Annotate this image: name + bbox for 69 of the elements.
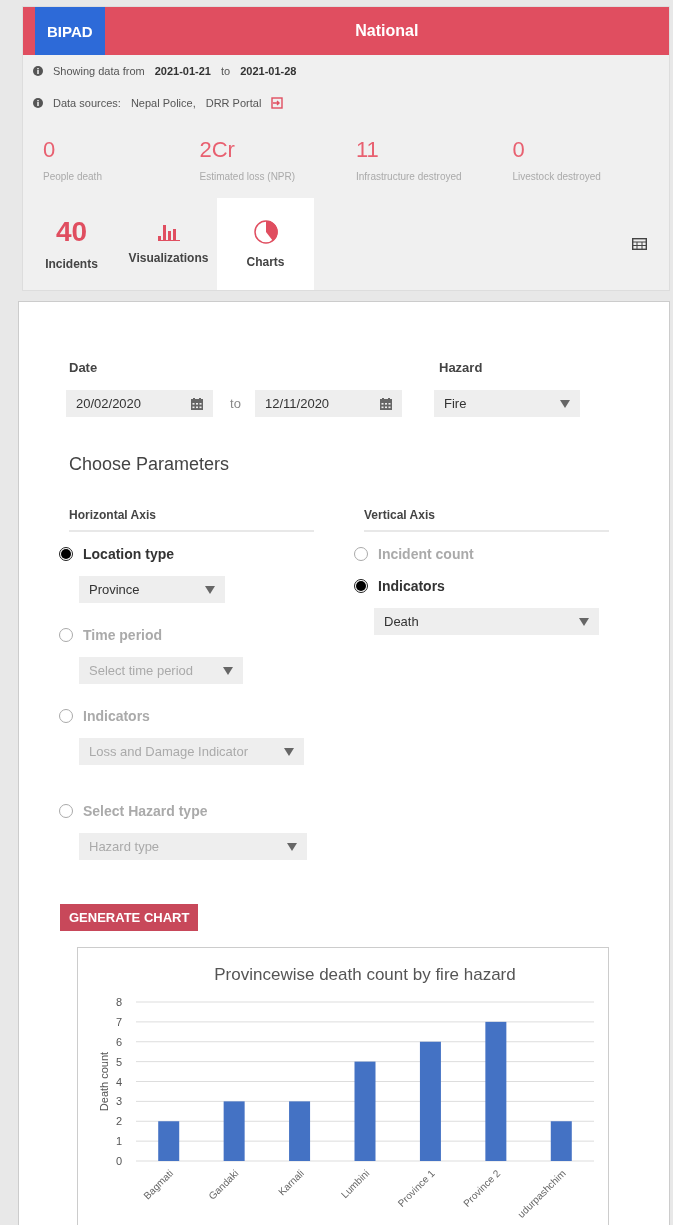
hazard-dropdown[interactable]: Fire xyxy=(434,390,580,417)
stat-value: 2Cr xyxy=(199,137,236,163)
y-tick-label: 1 xyxy=(115,1135,122,1148)
info-label: Data sources: xyxy=(53,97,121,109)
field-label: Hazard xyxy=(439,360,484,375)
bar-chart-icon xyxy=(157,223,180,241)
region-title: National xyxy=(354,21,420,41)
caret-icon xyxy=(223,666,233,675)
date-field[interactable]: 12/11/2020 xyxy=(255,390,402,417)
caret-icon xyxy=(560,399,570,408)
stat-label: Livestock destroyed xyxy=(512,171,602,182)
caret-icon xyxy=(284,747,294,756)
bar xyxy=(289,1101,311,1161)
caret-icon xyxy=(287,842,297,851)
y-tick-label: 4 xyxy=(115,1075,122,1088)
bar xyxy=(158,1121,180,1161)
dropdown[interactable]: Province xyxy=(79,576,225,603)
caret-icon xyxy=(205,585,215,594)
stat-value: 0 xyxy=(43,137,57,163)
dropdown[interactable]: Death xyxy=(374,608,599,635)
stat-value: 11 xyxy=(356,137,380,163)
y-tick-label: 8 xyxy=(115,996,122,1008)
y-axis-label: Death count xyxy=(98,1051,110,1112)
option-label: Indicators xyxy=(378,578,445,594)
info-value: 2021-01-28 xyxy=(240,65,297,77)
info-value: to xyxy=(221,65,231,77)
info-value: 2021-01-21 xyxy=(154,65,211,77)
logo[interactable]: BIPAD xyxy=(35,7,105,55)
tab[interactable]: Charts xyxy=(217,198,314,290)
external-link-icon[interactable] xyxy=(271,97,284,109)
y-tick-label: 0 xyxy=(115,1155,122,1167)
chart-title: Provincewise death count by fire hazard xyxy=(214,965,516,984)
info-icon xyxy=(33,98,43,108)
generate-chart-button[interactable]: GENERATE CHART xyxy=(60,904,199,931)
option-label: Select Hazard type xyxy=(83,803,208,819)
caret-icon xyxy=(579,617,589,626)
y-tick-label: 2 xyxy=(115,1115,122,1128)
calendar-icon xyxy=(191,397,203,410)
info-icon xyxy=(33,66,43,76)
info-label: Showing data from xyxy=(53,65,145,77)
field-label: Date xyxy=(69,360,99,375)
y-tick-label: 5 xyxy=(115,1055,122,1068)
stat-label: Infrastructure destroyed xyxy=(356,171,463,182)
option-label: Indicators xyxy=(83,708,150,724)
y-tick-label: 7 xyxy=(115,1015,122,1028)
option-label: Time period xyxy=(83,627,163,643)
axis-title: Vertical Axis xyxy=(364,508,609,532)
bar xyxy=(223,1101,245,1161)
option-label: Incident count xyxy=(378,546,474,562)
stat-label: Estimated loss (NPR) xyxy=(199,171,297,182)
pie-chart-icon xyxy=(252,219,279,245)
bar xyxy=(550,1121,572,1161)
section-title: Choose Parameters xyxy=(69,454,231,475)
stat-value: 0 xyxy=(512,137,526,163)
radio-button[interactable] xyxy=(59,547,73,561)
date-field[interactable]: 20/02/2020 xyxy=(66,390,213,417)
y-tick-label: 6 xyxy=(115,1035,122,1048)
table-icon[interactable] xyxy=(632,238,647,250)
calendar-icon xyxy=(380,397,392,410)
info-value: DRR Portal xyxy=(205,97,262,109)
info-value: Nepal Police, xyxy=(130,97,196,109)
tab[interactable]: Visualizations xyxy=(120,198,217,290)
stat-label: People death xyxy=(43,171,103,182)
option-label: Location type xyxy=(83,546,174,562)
date-separator: to xyxy=(229,396,242,411)
tab[interactable]: 40 Incidents xyxy=(23,198,120,290)
y-tick-label: 3 xyxy=(115,1095,122,1108)
axis-title: Horizontal Axis xyxy=(69,508,314,532)
radio-button[interactable] xyxy=(354,579,368,593)
